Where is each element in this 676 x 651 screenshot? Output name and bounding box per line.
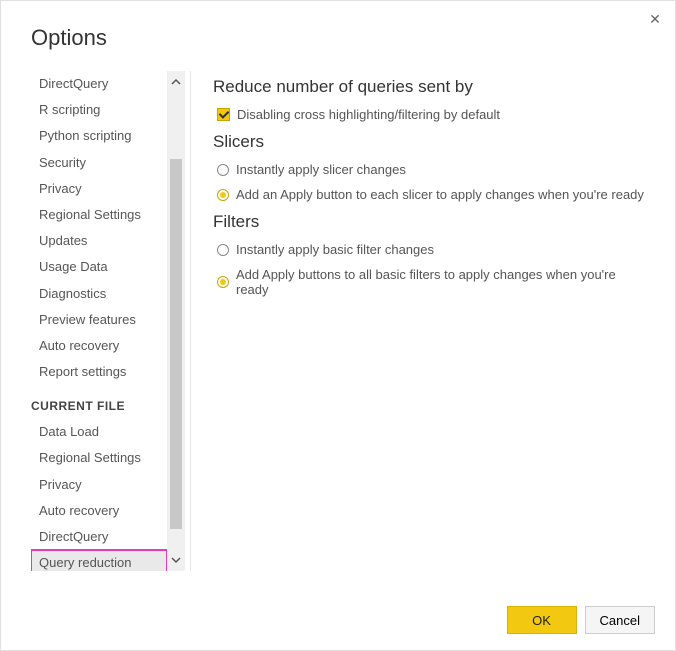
sidebar-item-query-reduction[interactable]: Query reduction [31, 550, 167, 571]
sidebar-item-regional-settings-file[interactable]: Regional Settings [31, 445, 167, 471]
sidebar-item-auto-recovery-file[interactable]: Auto recovery [31, 498, 167, 524]
checkbox-disable-cross-highlight[interactable] [217, 108, 230, 121]
sidebar-item-regional-settings[interactable]: Regional Settings [31, 202, 167, 228]
sidebar-item-usage-data[interactable]: Usage Data [31, 254, 167, 280]
sidebar-item-security[interactable]: Security [31, 150, 167, 176]
radio-filter-instant-label: Instantly apply basic filter changes [236, 242, 434, 257]
sidebar-item-report-settings[interactable]: Report settings [31, 359, 167, 385]
sidebar-item-privacy-file[interactable]: Privacy [31, 472, 167, 498]
sidebar-item-auto-recovery[interactable]: Auto recovery [31, 333, 167, 359]
sidebar-item-preview-features[interactable]: Preview features [31, 307, 167, 333]
sidebar-item-data-load[interactable]: Data Load [31, 419, 167, 445]
main-panel: Reduce number of queries sent by Disabli… [191, 71, 655, 571]
radio-filter-apply-button[interactable] [217, 276, 229, 288]
scroll-down-icon[interactable] [167, 551, 185, 569]
section-slicers-title: Slicers [213, 132, 645, 152]
sidebar-item-r-scripting[interactable]: R scripting [31, 97, 167, 123]
sidebar-header-current-file: CURRENT FILE [31, 385, 167, 419]
section-reduce-title: Reduce number of queries sent by [213, 77, 645, 97]
sidebar: DirectQuery R scripting Python scripting… [31, 71, 167, 571]
section-filters-title: Filters [213, 212, 645, 232]
sidebar-scrollbar[interactable] [167, 71, 185, 571]
dialog-title: Options [1, 1, 675, 51]
ok-button[interactable]: OK [507, 606, 577, 634]
sidebar-item-python-scripting[interactable]: Python scripting [31, 123, 167, 149]
scroll-thumb[interactable] [170, 159, 182, 529]
radio-slicer-instant-label: Instantly apply slicer changes [236, 162, 406, 177]
cancel-button[interactable]: Cancel [585, 606, 655, 634]
radio-slicer-instant[interactable] [217, 164, 229, 176]
scroll-up-icon[interactable] [167, 73, 185, 91]
sidebar-item-diagnostics[interactable]: Diagnostics [31, 281, 167, 307]
close-icon[interactable]: ✕ [647, 11, 663, 27]
sidebar-item-privacy[interactable]: Privacy [31, 176, 167, 202]
sidebar-item-directquery-file[interactable]: DirectQuery [31, 524, 167, 550]
sidebar-item-updates[interactable]: Updates [31, 228, 167, 254]
radio-slicer-apply-button-label: Add an Apply button to each slicer to ap… [236, 187, 644, 202]
radio-slicer-apply-button[interactable] [217, 189, 229, 201]
radio-filter-instant[interactable] [217, 244, 229, 256]
sidebar-item-directquery[interactable]: DirectQuery [31, 71, 167, 97]
radio-filter-apply-button-label: Add Apply buttons to all basic filters t… [236, 267, 645, 297]
checkbox-disable-cross-highlight-label: Disabling cross highlighting/filtering b… [237, 107, 500, 122]
